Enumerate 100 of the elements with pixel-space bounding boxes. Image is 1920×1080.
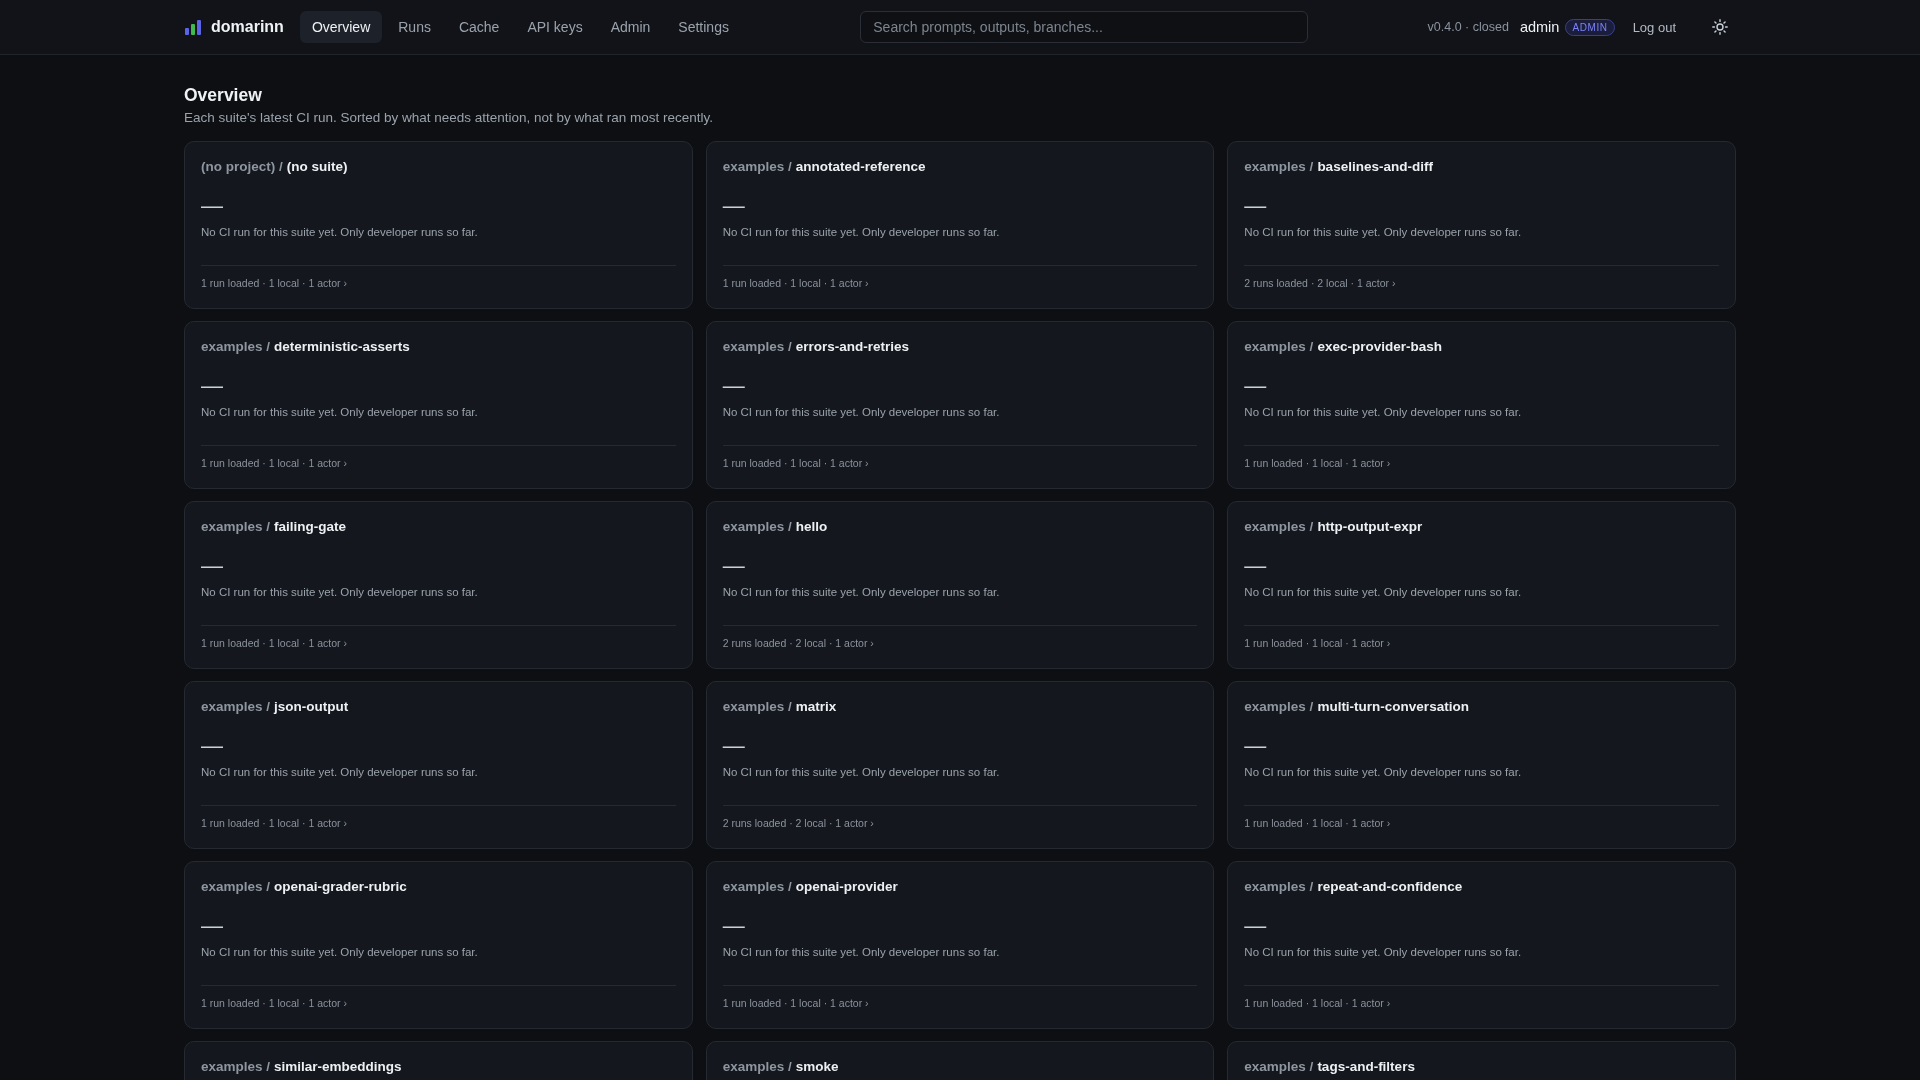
project-name: examples /: [722, 699, 792, 714]
suite-description: No CI run for this suite yet. Only developer runs so far.: [201, 765, 479, 780]
status-value: —: [1244, 376, 1267, 396]
sun-icon: [1712, 19, 1728, 35]
status-value: —: [201, 556, 223, 576]
suite-name: annotated-reference: [795, 159, 926, 174]
runs-link[interactable]: 1 run loaded · 1 local · 1 actor ›: [1244, 997, 1391, 1009]
suite-description: No CI run for this suite yet. Only developer runs so far.: [1244, 405, 1523, 420]
suite-card[interactable]: examples / multi-turn-conversation — No CI run for this suite yet. Only developer runs so far. 1 run loaded · 1 local · 1 actor ›: [1227, 681, 1736, 849]
suite-card[interactable]: examples / deterministic-asserts — No CI run for this suite yet. Only developer runs so far. 1 run loaded · 1 local · 1 actor ›: [184, 321, 693, 489]
project-name: examples /: [201, 1059, 271, 1074]
suite-card[interactable]: examples / exec-provider-bash — No CI run for this suite yet. Only developer runs so far. 1 run loaded · 1 local · 1 actor ›: [1227, 321, 1736, 489]
status-value: —: [201, 376, 223, 396]
suite-description: No CI run for this suite yet. Only developer runs so far.: [1244, 585, 1523, 600]
status-value: —: [722, 736, 745, 756]
status-value: —: [1244, 916, 1267, 936]
status-value: —: [722, 196, 745, 216]
suite-name: errors-and-retries: [795, 339, 909, 354]
runs-link[interactable]: 1 run loaded · 1 local · 1 actor ›: [722, 277, 869, 289]
suite-card[interactable]: examples / hello — No CI run for this suite yet. Only developer runs so far. 2 runs loaded · 2 local · 1 actor ›: [705, 501, 1215, 669]
runs-link[interactable]: 1 run loaded · 1 local · 1 actor ›: [201, 457, 347, 469]
project-name: (no project) /: [201, 159, 283, 174]
suite-card[interactable]: examples / json-output — No CI run for this suite yet. Only developer runs so far. 1 run loaded · 1 local · 1 actor ›: [184, 681, 693, 849]
suite-description: No CI run for this suite yet. Only developer runs so far.: [1244, 225, 1523, 240]
suite-card[interactable]: examples / openai-provider — No CI run for this suite yet. Only developer runs so far. 1 run loaded · 1 local · 1 actor ›: [705, 861, 1215, 1029]
runs-link[interactable]: 1 run loaded · 1 local · 1 actor ›: [201, 817, 347, 829]
suite-card[interactable]: examples / matrix — No CI run for this suite yet. Only developer runs so far. 2 runs loaded · 2 local · 1 actor ›: [705, 681, 1215, 849]
suite-card[interactable]: examples / smoke: [705, 1041, 1215, 1080]
suite-description: No CI run for this suite yet. Only developer runs so far.: [722, 765, 1001, 780]
logout-button[interactable]: Log out: [1626, 13, 1682, 41]
page-title: Overview: [184, 84, 263, 106]
suite-card[interactable]: examples / http-output-expr — No CI run for this suite yet. Only developer runs so far. 1 run loaded · 1 local · 1 actor ›: [1227, 501, 1736, 669]
project-name: examples /: [201, 699, 271, 714]
suite-name: exec-provider-bash: [1317, 339, 1442, 354]
suite-name: smoke: [795, 1059, 839, 1074]
project-name: examples /: [1244, 699, 1314, 714]
project-name: examples /: [1244, 519, 1314, 534]
project-name: examples /: [722, 879, 792, 894]
status-value: —: [1244, 196, 1267, 216]
suite-description: No CI run for this suite yet. Only developer runs so far.: [201, 225, 479, 240]
runs-link[interactable]: 2 runs loaded · 2 local · 1 actor ›: [1244, 277, 1396, 289]
nav-tab[interactable]: Settings: [666, 11, 741, 43]
suite-description: No CI run for this suite yet. Only developer runs so far.: [201, 585, 479, 600]
bar-chart-icon: [185, 19, 201, 35]
suite-name: similar-embeddings: [274, 1059, 402, 1074]
nav-tab[interactable]: Admin: [598, 11, 663, 43]
suite-card[interactable]: examples / tags-and-filters: [1227, 1041, 1736, 1080]
project-name: examples /: [201, 879, 271, 894]
suite-card[interactable]: examples / openai-grader-rubric — No CI run for this suite yet. Only developer runs so far. 1 run loaded · 1 local · 1 actor ›: [184, 861, 693, 1029]
suite-description: No CI run for this suite yet. Only developer runs so far.: [1244, 765, 1523, 780]
runs-link[interactable]: 1 run loaded · 1 local · 1 actor ›: [201, 997, 347, 1009]
suite-name: multi-turn-conversation: [1317, 699, 1469, 714]
runs-link[interactable]: 1 run loaded · 1 local · 1 actor ›: [1244, 817, 1391, 829]
runs-link[interactable]: 1 run loaded · 1 local · 1 actor ›: [201, 277, 347, 289]
suite-name: baselines-and-diff: [1317, 159, 1433, 174]
nav-tab[interactable]: Runs: [386, 11, 443, 43]
status-value: —: [722, 556, 745, 576]
suite-name: json-output: [274, 699, 349, 714]
runs-link[interactable]: 1 run loaded · 1 local · 1 actor ›: [1244, 457, 1391, 469]
suite-name: failing-gate: [274, 519, 347, 534]
runs-link[interactable]: 2 runs loaded · 2 local · 1 actor ›: [722, 817, 874, 829]
suite-name: tags-and-filters: [1317, 1059, 1415, 1074]
suite-card[interactable]: (no project) / (no suite) — No CI run for this suite yet. Only developer runs so far. 1 run loaded · 1 local · 1 actor ›: [184, 141, 693, 309]
suite-description: No CI run for this suite yet. Only developer runs so far.: [201, 405, 479, 420]
suite-card[interactable]: examples / failing-gate — No CI run for this suite yet. Only developer runs so far. 1 run loaded · 1 local · 1 actor ›: [184, 501, 693, 669]
search-field[interactable]: Search prompts, outputs, branches...: [860, 11, 1309, 43]
project-name: examples /: [722, 1059, 792, 1074]
nav-tab[interactable]: API keys: [515, 11, 595, 43]
nav-tab[interactable]: Overview: [299, 11, 383, 43]
suite-card[interactable]: examples / annotated-reference — No CI run for this suite yet. Only developer runs so far. 1 run loaded · 1 local · 1 actor ›: [705, 141, 1215, 309]
runs-link[interactable]: 2 runs loaded · 2 local · 1 actor ›: [722, 637, 874, 649]
suite-description: No CI run for this suite yet. Only developer runs so far.: [1244, 945, 1523, 960]
page-subtitle: Each suite's latest CI run. Sorted by what needs attention, not by what ran most recently.: [184, 109, 715, 127]
suite-card[interactable]: examples / similar-embeddings: [184, 1041, 693, 1080]
suite-description: No CI run for this suite yet. Only developer runs so far.: [722, 225, 1001, 240]
suite-description: No CI run for this suite yet. Only developer runs so far.: [201, 945, 479, 960]
project-name: examples /: [1244, 879, 1314, 894]
nav-tab[interactable]: Cache: [446, 11, 512, 43]
suite-card[interactable]: examples / repeat-and-confidence — No CI run for this suite yet. Only developer runs so far. 1 run loaded · 1 local · 1 actor ›: [1227, 861, 1736, 1029]
status-value: —: [1244, 556, 1267, 576]
suite-description: No CI run for this suite yet. Only developer runs so far.: [722, 585, 1001, 600]
status-value: —: [722, 916, 745, 936]
project-name: examples /: [201, 519, 271, 534]
suite-name: hello: [795, 519, 828, 534]
runs-link[interactable]: 1 run loaded · 1 local · 1 actor ›: [722, 997, 869, 1009]
runs-link[interactable]: 1 run loaded · 1 local · 1 actor ›: [1244, 637, 1391, 649]
project-name: examples /: [722, 519, 792, 534]
status-value: —: [722, 376, 745, 396]
role-badge: ADMIN: [1565, 18, 1615, 36]
runs-link[interactable]: 1 run loaded · 1 local · 1 actor ›: [201, 637, 347, 649]
project-name: examples /: [1244, 339, 1314, 354]
project-name: examples /: [1244, 1059, 1314, 1074]
brand-name[interactable]: domarinn: [211, 18, 284, 36]
runs-link[interactable]: 1 run loaded · 1 local · 1 actor ›: [722, 457, 869, 469]
suite-name: openai-grader-rubric: [274, 879, 407, 894]
suite-name: matrix: [795, 699, 837, 714]
suite-card[interactable]: examples / errors-and-retries — No CI run for this suite yet. Only developer runs so far. 1 run loaded · 1 local · 1 actor ›: [705, 321, 1215, 489]
status-value: —: [201, 196, 223, 216]
status-value: —: [201, 736, 223, 756]
suite-card[interactable]: examples / baselines-and-diff — No CI run for this suite yet. Only developer runs so far. 2 runs loaded · 2 local · 1 actor ›: [1227, 141, 1736, 309]
